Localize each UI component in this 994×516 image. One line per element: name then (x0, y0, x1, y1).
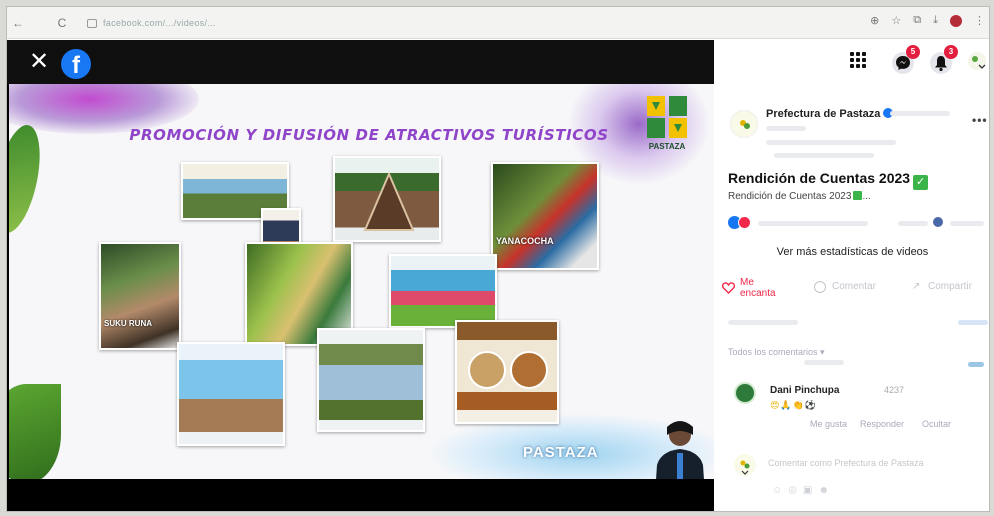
account-avatar[interactable] (968, 52, 986, 70)
page-logo-icon (740, 460, 750, 475)
page-logo-icon (740, 120, 750, 129)
blurred-hide-link[interactable] (958, 320, 988, 325)
triangle-cabin-icon (363, 171, 415, 231)
comment-hide-button[interactable]: Ocultar (922, 419, 951, 429)
comment-button[interactable]: Comentar (832, 281, 876, 292)
brochure-card: SUKU RUNA (99, 242, 181, 350)
share-icon: ↗ (912, 281, 921, 292)
post-title: Rendición de Cuentas 2023 ✓ (728, 170, 929, 190)
brochure-card (177, 342, 285, 446)
blurred-meta (766, 126, 806, 131)
post-actions: Me encanta Comentar ↗ Compartir (721, 277, 988, 303)
blurred-comment-meta (728, 320, 798, 325)
close-icon[interactable]: ✕ (29, 48, 49, 76)
notifications-badge: 3 (944, 45, 958, 59)
menu-grid-icon[interactable] (850, 52, 866, 68)
comment-timestamp: 4237 (884, 385, 905, 395)
comment-icon (814, 281, 826, 293)
bookmark-star-icon[interactable]: ☆ (891, 14, 901, 27)
browser-menu-icon[interactable]: ⋮ (974, 14, 985, 27)
reactions-summary[interactable] (728, 216, 986, 230)
blurred-comment-snippet (804, 360, 844, 365)
url-text: facebook.com/.../videos/... (103, 18, 216, 28)
slide-title: PROMOCIÓN Y DIFUSIÓN DE ATRACTIVOS TURÍS… (129, 126, 609, 144)
sidebar-topbar: 5 3 (714, 40, 989, 84)
video-topbar: ✕ f (7, 40, 714, 84)
video-frame-slide: PROMOCIÓN Y DIFUSIÓN DE ATRACTIVOS TURÍS… (9, 84, 714, 479)
comment-text: 😍🙏👏⚽ (770, 400, 818, 410)
pastaza-logo-icon (647, 96, 687, 138)
zoom-icon[interactable]: ⊕ (870, 14, 879, 27)
facebook-logo[interactable]: f (61, 49, 91, 79)
love-button[interactable]: Me encanta (740, 277, 786, 299)
brochure-card (333, 156, 441, 242)
blurred-view-count (950, 221, 984, 226)
more-options-icon[interactable]: ••• (972, 113, 988, 127)
account-chevron-icon (972, 56, 986, 69)
view-count-icon (933, 217, 943, 227)
blurred-indicator (968, 362, 984, 367)
blurred-comment-count (898, 221, 928, 226)
messenger-badge: 5 (906, 45, 920, 59)
food-plates-icon (468, 351, 548, 389)
browser-toolbar: ← C facebook.com/.../videos/... ⊕ ☆ ⧉ ⤓ … (7, 7, 989, 39)
comment-input-icons: ☺◎▣☻ (772, 485, 835, 496)
share-button[interactable]: Compartir (928, 281, 972, 292)
brochure-card (389, 254, 497, 328)
blurred-reaction-count (758, 221, 868, 226)
love-reaction-icon (738, 216, 751, 229)
comment-input[interactable]: Comentar como Prefectura de Pastaza (768, 458, 924, 468)
video-stats-link[interactable]: Ver más estadísticas de videos (714, 246, 989, 258)
download-icon[interactable]: ⤓ (933, 14, 938, 27)
blurred-meta (766, 140, 896, 145)
emoji-icon[interactable]: ☻ (818, 485, 835, 496)
video-controls-bar[interactable] (7, 479, 714, 511)
browser-profile-avatar[interactable] (950, 14, 962, 27)
camera-icon[interactable]: ◎ (788, 485, 803, 496)
decorative-leaf (9, 121, 48, 237)
back-button[interactable]: ← (7, 16, 29, 30)
notifications-button[interactable]: 3 (930, 45, 958, 74)
blurred-meta (774, 153, 874, 158)
messenger-button[interactable]: 5 (892, 45, 920, 74)
gif-icon[interactable]: ▣ (803, 485, 818, 496)
comment-reply-button[interactable]: Responder (860, 419, 904, 429)
logo-label: PASTAZA (648, 142, 686, 151)
comment-author[interactable]: Dani Pinchupa (770, 385, 839, 396)
reload-button[interactable]: C (51, 16, 73, 30)
brochure-card: YANACOCHA (491, 162, 599, 270)
brochure-card (317, 328, 425, 432)
page-name-link[interactable]: Prefectura de Pastaza (766, 108, 894, 120)
app-window: ← C facebook.com/.../videos/... ⊕ ☆ ⧉ ⤓ … (6, 6, 990, 512)
blurred-meta (890, 111, 950, 116)
footer-brand: PASTAZA (523, 444, 599, 461)
comment-like-button[interactable]: Me gusta (810, 419, 847, 429)
comments-filter-dropdown[interactable]: Todos los comentarios ▾ (728, 347, 825, 358)
writer-avatar[interactable] (734, 454, 756, 476)
decorative-leaf (9, 384, 61, 479)
sticker-icon[interactable]: ☺ (772, 485, 788, 496)
page-avatar[interactable] (730, 110, 758, 138)
love-icon (721, 282, 736, 294)
presenter-figure (656, 421, 704, 479)
check-mark-icon: ✓ (913, 175, 929, 190)
brochure-card (455, 320, 559, 424)
post-subtitle: Rendición de Cuentas 2023... (728, 191, 871, 202)
lock-icon (87, 18, 97, 28)
extension-icon[interactable]: ⧉ (913, 14, 921, 27)
post-sidebar: 5 3 Prefectura de Pastaza ••• Rendición … (714, 40, 989, 511)
browser-icons: ⊕ ☆ ⧉ ⤓ ⋮ (870, 14, 985, 27)
address-bar[interactable]: facebook.com/.../videos/... (87, 14, 787, 32)
video-player[interactable]: ✕ f PROMOCIÓN Y DIFUSIÓN DE ATRACTIVOS T… (7, 40, 714, 511)
commenter-avatar[interactable] (734, 382, 756, 404)
